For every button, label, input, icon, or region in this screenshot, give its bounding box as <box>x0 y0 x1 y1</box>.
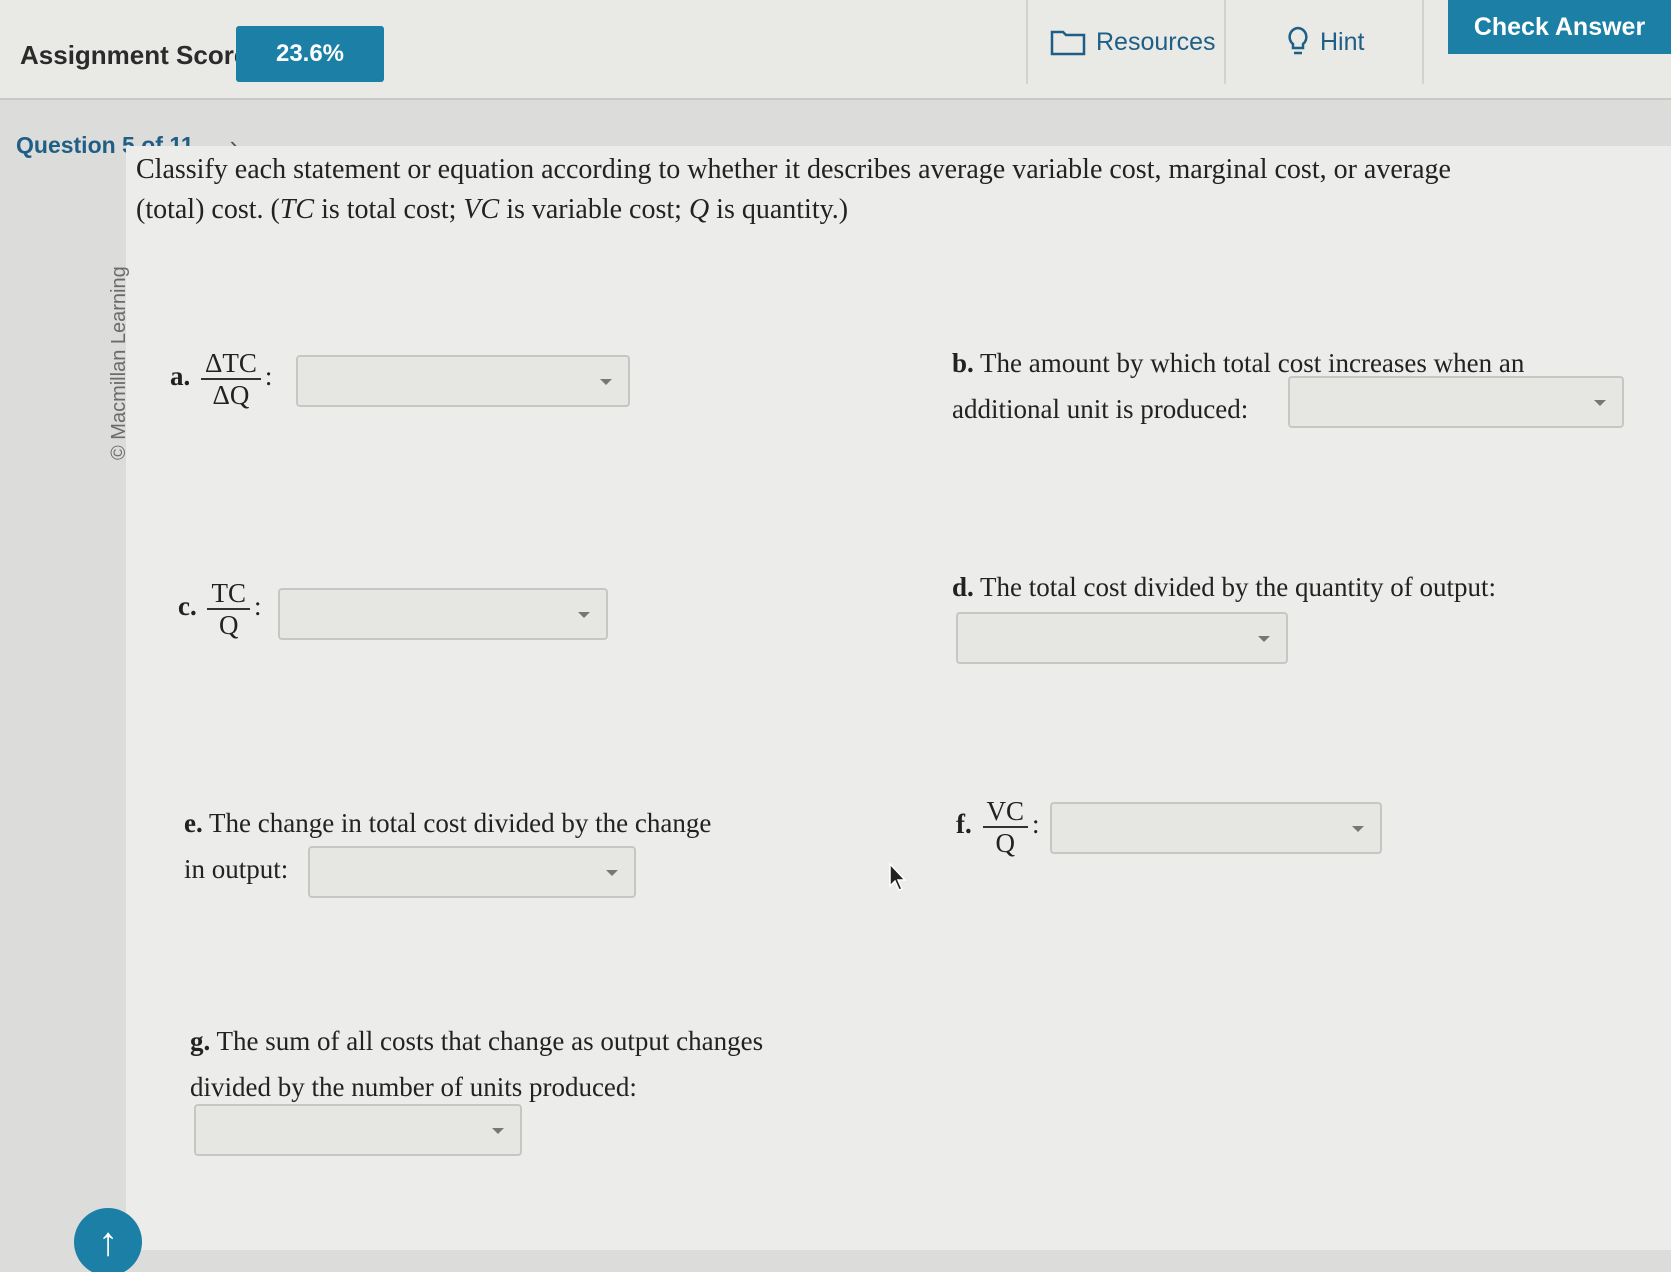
chevron-down-icon <box>492 1128 504 1134</box>
assignment-score-label: Assignment Score: <box>20 40 257 70</box>
item-g: g. The sum of all costs that change as o… <box>190 1026 764 1102</box>
chevron-down-icon <box>1594 400 1606 406</box>
toolbar-divider <box>1026 0 1028 84</box>
dropdown-d[interactable] <box>956 612 1288 664</box>
resources-button[interactable]: Resources <box>1050 20 1216 64</box>
mouse-pointer-icon <box>888 862 908 897</box>
toolbar-divider <box>1224 0 1226 84</box>
dropdown-c[interactable] <box>278 588 608 640</box>
toolbar-divider <box>1422 0 1424 84</box>
folder-icon <box>1050 28 1086 56</box>
fraction-delta-tc-over-delta-q: ΔTC ΔQ <box>201 348 261 410</box>
chevron-down-icon <box>600 379 612 385</box>
item-c: c. TC Q : <box>178 578 262 640</box>
assignment-score-badge: 23.6% <box>236 26 384 82</box>
hint-label: Hint <box>1320 27 1365 56</box>
dropdown-g[interactable] <box>194 1104 522 1156</box>
lightbulb-icon <box>1286 26 1310 58</box>
dropdown-f[interactable] <box>1050 802 1382 854</box>
check-answer-button[interactable]: Check Answer <box>1448 0 1671 54</box>
resources-label: Resources <box>1096 27 1216 56</box>
top-toolbar: Assignment Score: 23.6% Resources Hint C… <box>0 0 1671 100</box>
scroll-to-top-button[interactable]: ↑ <box>74 1208 142 1272</box>
chevron-down-icon <box>606 870 618 876</box>
hint-button[interactable]: Hint <box>1286 20 1364 64</box>
chevron-down-icon <box>578 612 590 618</box>
copyright-watermark: © Macmillan Learning <box>108 266 130 460</box>
dropdown-a[interactable] <box>296 355 630 407</box>
fraction-tc-over-q: TC Q <box>207 578 250 640</box>
item-d: d. The total cost divided by the quantit… <box>952 572 1496 602</box>
chevron-down-icon <box>1352 826 1364 832</box>
item-f: f. VC Q : <box>956 796 1040 858</box>
dropdown-e[interactable] <box>308 846 636 898</box>
chevron-down-icon <box>1258 636 1270 642</box>
fraction-vc-over-q: VC Q <box>982 796 1029 858</box>
dropdown-b[interactable] <box>1288 376 1624 428</box>
question-prompt: Classify each statement or equation acco… <box>136 154 1451 225</box>
arrow-up-icon: ↑ <box>98 1219 118 1264</box>
item-a: a. ΔTC ΔQ : <box>170 348 273 410</box>
